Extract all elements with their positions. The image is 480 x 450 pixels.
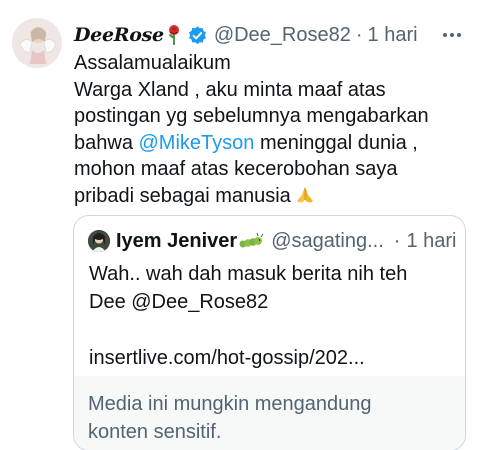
tweet-line: Assalamualaikum [74,52,231,74]
sensitive-line: Media ini mungkin mengandung [88,393,372,415]
avatar[interactable] [12,18,62,68]
tweet-text-fragment: meninggal dunia , [254,131,418,154]
verified-badge-icon [187,25,208,46]
separator-dot: · [355,23,363,46]
tweet-line: Warga Xland , aku minta maaf atas [74,78,386,101]
tweet-body: Assalamualaikum Warga Xland , aku minta … [74,50,474,209]
tweet-text-fragment: bahwa [74,131,139,154]
handle[interactable]: @Dee_Rose82 [214,24,351,47]
tweet[interactable]: DeeRose @Dee_Rose82 · 1 hari Assalamuala… [0,0,480,450]
quoted-tweet-body: Wah.. wah dah masuk berita nih teh Dee @… [89,260,459,372]
quoted-tweet-header: Iyem Jeniver @sagating... · 1 hari [88,228,457,254]
more-options-icon[interactable] [440,24,464,46]
tweet-header: DeeRose @Dee_Rose82 · 1 hari [74,20,468,50]
separator-dot: · [393,229,401,252]
quoted-line: Wah.. wah dah masuk berita nih teh [89,263,408,285]
quoted-handle: @sagating... [271,229,384,252]
caterpillar-icon [239,232,265,250]
quoted-display-name: Iyem Jeniver [116,229,238,252]
folded-hands-icon [295,185,315,205]
quoted-blank-line [89,316,459,344]
timestamp[interactable]: 1 hari [368,24,418,47]
quoted-timestamp: 1 hari [406,229,457,252]
tweet-line: postingan yg sebelumnya mengabarkan [74,105,429,127]
quoted-avatar [88,230,110,252]
sensitive-media-warning[interactable]: Media ini mungkin mengandung konten sens… [74,376,465,450]
sensitive-warning-text: Media ini mungkin mengandung konten sens… [88,390,448,446]
quoted-link[interactable]: insertlive.com/hot-gossip/202... [89,344,459,372]
rose-icon [166,24,182,46]
tweet-line: bahwa @MikeTyson meninggal dunia , [74,130,474,157]
tweet-line: pribadi sebagai manusia [74,183,474,210]
sensitive-line: konten sensitif. [88,421,222,443]
quoted-line: Dee @Dee_Rose82 [89,291,269,313]
tweet-line: mohon maaf atas kecerobohan saya [74,158,398,180]
mention-link[interactable]: @MikeTyson [139,132,255,154]
tweet-text-fragment: pribadi sebagai manusia [74,184,291,207]
display-name[interactable]: DeeRose [74,24,164,46]
quoted-tweet[interactable]: Iyem Jeniver @sagating... · 1 hari Wah..… [73,215,466,450]
